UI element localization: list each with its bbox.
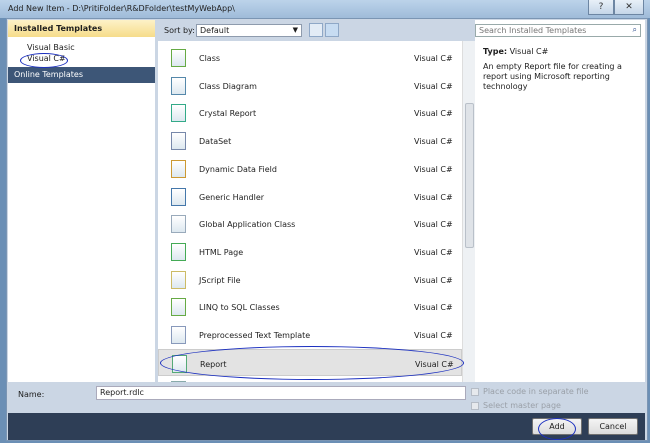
template-item[interactable]: Class Visual C# bbox=[158, 44, 462, 71]
scrollbar-thumb[interactable] bbox=[465, 103, 474, 248]
online-templates[interactable]: Online Templates bbox=[8, 67, 155, 83]
template-item[interactable]: HTML Page Visual C# bbox=[158, 238, 462, 265]
template-name: Crystal Report bbox=[199, 109, 257, 119]
close-button[interactable]: ✕ bbox=[614, 0, 644, 15]
name-label: Name: bbox=[18, 390, 45, 399]
template-language: Visual C# bbox=[414, 220, 453, 230]
template-language: Visual C# bbox=[414, 54, 453, 63]
template-icon bbox=[171, 76, 186, 95]
master-page-label: Select master page bbox=[483, 401, 561, 410]
template-item[interactable]: Dynamic Data Field Visual C# bbox=[158, 155, 462, 182]
scrollbar[interactable] bbox=[462, 41, 475, 382]
annotation-circle bbox=[20, 53, 68, 68]
window-title: Add New Item - D:\PritiFolder\R&DFolder\… bbox=[8, 4, 235, 13]
template-icon bbox=[171, 381, 186, 382]
toolbar: Sort by: Default ▼ bbox=[158, 20, 475, 41]
template-item[interactable]: Crystal Report Visual C# bbox=[158, 99, 462, 126]
template-item[interactable]: Generic Handler Visual C# bbox=[158, 183, 462, 210]
template-language: Visual C# bbox=[414, 247, 453, 257]
help-button[interactable]: ? bbox=[588, 0, 614, 15]
place-code-label: Place code in separate file bbox=[483, 387, 589, 396]
sort-dropdown[interactable]: Default ▼ bbox=[196, 24, 302, 37]
sort-value: Default bbox=[200, 26, 230, 35]
template-item[interactable]: Class Diagram Visual C# bbox=[158, 72, 462, 99]
template-icon bbox=[171, 132, 186, 151]
template-language: Visual C# bbox=[414, 81, 453, 91]
sidebar-item-visual-basic[interactable]: Visual Basic bbox=[8, 42, 155, 53]
template-name: Dynamic Data Field bbox=[199, 164, 277, 174]
template-icon bbox=[171, 49, 186, 67]
template-icon bbox=[171, 270, 186, 289]
sort-label: Sort by: bbox=[164, 26, 195, 35]
template-name: HTML Page bbox=[199, 247, 244, 257]
installed-templates-header[interactable]: Installed Templates bbox=[8, 20, 155, 37]
template-name: LINQ to SQL Classes bbox=[199, 303, 280, 313]
template-name: JScript File bbox=[199, 275, 241, 285]
template-name: DataSet bbox=[199, 137, 232, 147]
template-name: Generic Handler bbox=[199, 192, 265, 202]
template-icon bbox=[171, 159, 186, 178]
template-item[interactable]: Global Application Class Visual C# bbox=[158, 210, 462, 237]
template-language: Visual C# bbox=[414, 331, 453, 340]
type-label: Type: bbox=[483, 47, 508, 56]
annotation-circle bbox=[538, 418, 576, 440]
template-name: Preprocessed Text Template bbox=[199, 331, 311, 340]
name-input[interactable]: Report.rdlc bbox=[96, 386, 466, 400]
template-icon bbox=[171, 215, 186, 234]
template-icon bbox=[171, 187, 186, 206]
annotation-circle bbox=[160, 346, 464, 380]
search-icon[interactable]: ⌕ bbox=[633, 25, 637, 35]
template-item[interactable]: Preprocessed Text Template Visual C# bbox=[158, 321, 462, 348]
template-icon bbox=[171, 298, 186, 317]
template-icon bbox=[171, 326, 186, 344]
template-item[interactable]: LINQ to SQL Classes Visual C# bbox=[158, 293, 462, 320]
place-code-checkbox[interactable] bbox=[471, 388, 479, 396]
template-language: Visual C# bbox=[414, 137, 453, 147]
details-pane: Search Installed Templates ⌕ Type: Visua… bbox=[475, 20, 645, 382]
template-language: Visual C# bbox=[414, 303, 453, 313]
template-name: Class bbox=[199, 54, 221, 63]
small-icons-view-button[interactable] bbox=[325, 23, 339, 37]
template-language: Visual C# bbox=[414, 164, 453, 174]
template-sidebar: Installed Templates Visual Basic Visual … bbox=[8, 20, 155, 382]
cancel-button[interactable]: Cancel bbox=[588, 418, 638, 435]
master-page-checkbox[interactable] bbox=[471, 402, 479, 410]
template-icon bbox=[171, 242, 186, 261]
template-name: Global Application Class bbox=[199, 220, 296, 230]
search-input[interactable]: Search Installed Templates bbox=[475, 24, 641, 37]
template-language: Visual C# bbox=[414, 192, 453, 202]
template-icon bbox=[171, 104, 186, 123]
template-description: An empty Report file for creating a repo… bbox=[483, 62, 622, 91]
name-row: Name: Report.rdlc Place code in separate… bbox=[8, 383, 645, 411]
chevron-down-icon: ▼ bbox=[292, 26, 298, 34]
template-language: Visual C# bbox=[414, 109, 453, 119]
template-language: Visual C# bbox=[414, 275, 453, 285]
template-list: Class Visual C# Class Diagram Visual C# Crys… bbox=[158, 41, 475, 382]
title-bar: Add New Item - D:\PritiFolder\R&DFolder\… bbox=[0, 0, 650, 18]
template-item[interactable]: JScript File Visual C# bbox=[158, 266, 462, 293]
template-item[interactable]: DataSet Visual C# bbox=[158, 127, 462, 154]
type-value: Visual C# bbox=[509, 47, 549, 56]
template-name: Class Diagram bbox=[199, 81, 257, 91]
medium-icons-view-button[interactable] bbox=[309, 23, 323, 37]
